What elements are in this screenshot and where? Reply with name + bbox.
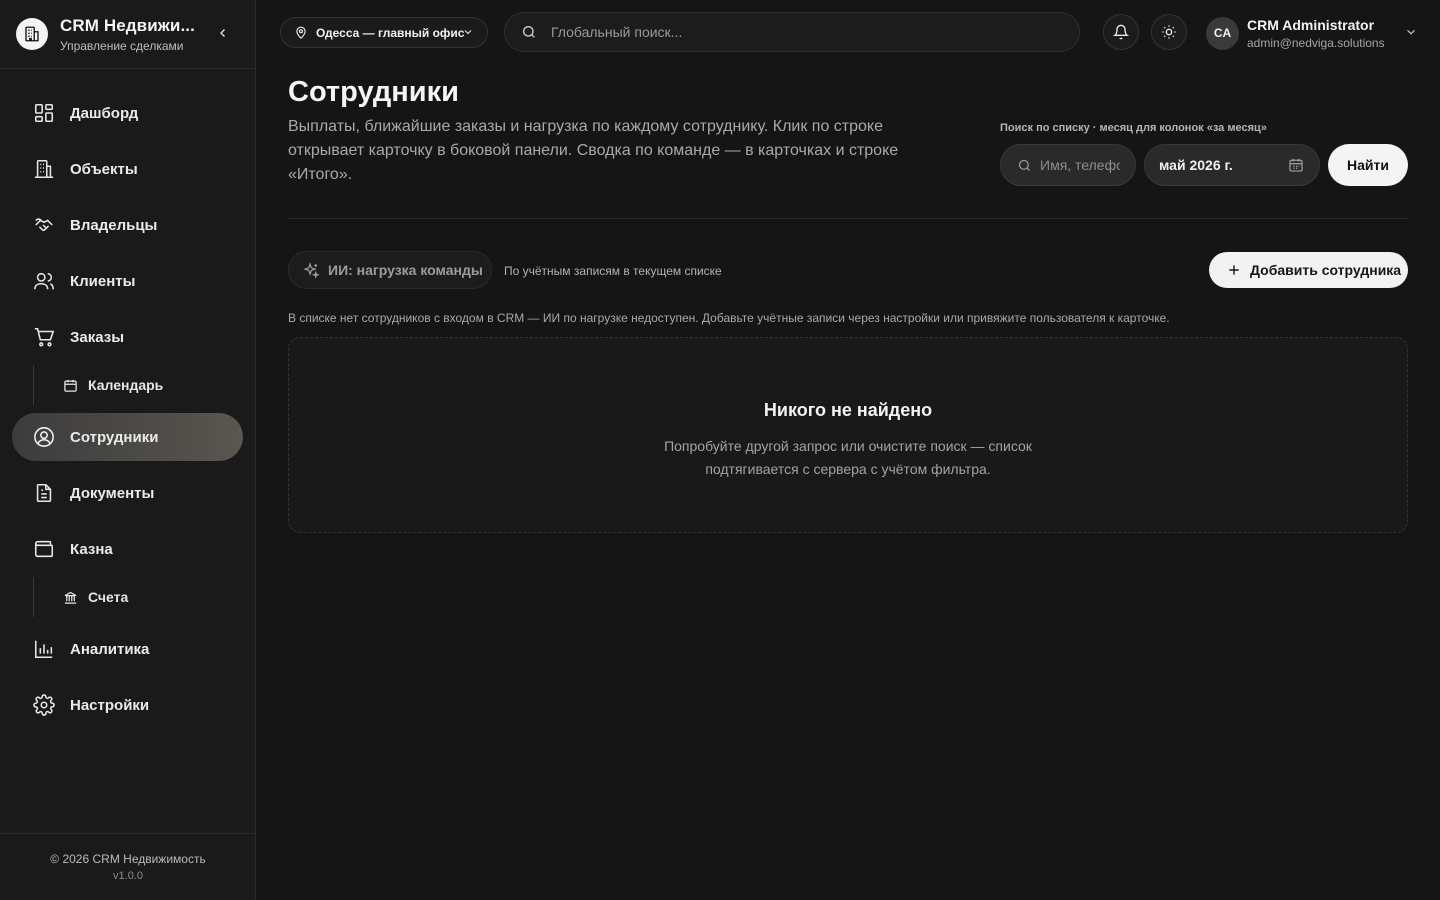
building-icon <box>32 157 56 181</box>
list-search <box>1000 144 1136 186</box>
notifications-button[interactable] <box>1103 14 1139 50</box>
sidebar-item-settings[interactable]: Настройки <box>12 681 243 729</box>
global-search <box>504 12 1080 52</box>
sidebar-item-employees[interactable]: Сотрудники <box>12 413 243 461</box>
dashboard-icon <box>32 101 56 125</box>
sidebar-item-documents[interactable]: Документы <box>12 469 243 517</box>
sidebar-item-analytics[interactable]: Аналитика <box>12 625 243 673</box>
search-icon <box>1018 159 1030 171</box>
ai-note: По учётным записям в текущем списке <box>504 264 722 278</box>
ai-team-load-button[interactable]: ИИ: нагрузка команды <box>288 251 492 289</box>
divider <box>288 218 1408 219</box>
list-search-input[interactable] <box>1040 157 1120 173</box>
sidebar-item-label: Клиенты <box>70 272 136 290</box>
add-employee-label: Добавить сотрудника <box>1250 262 1402 278</box>
month-value: май 2026 г. <box>1159 157 1233 173</box>
sidebar-item-clients[interactable]: Клиенты <box>12 257 243 305</box>
sidebar-item-label: Аналитика <box>70 640 150 658</box>
sidebar-item-label: Казна <box>70 540 113 558</box>
avatar: CA <box>1206 16 1239 50</box>
sidebar-item-dashboard[interactable]: Дашборд <box>12 89 243 137</box>
wallet-icon <box>32 537 56 561</box>
ai-unavailable-warning: В списке нет сотрудников с входом в CRM … <box>288 311 1170 325</box>
sidebar-item-label: Объекты <box>70 160 138 178</box>
app-version: v1.0.0 <box>113 870 143 882</box>
bar-chart-icon <box>32 637 56 661</box>
user-menu[interactable]: CA CRM Administrator admin@nedviga.solut… <box>1206 14 1418 52</box>
filter-caption: Поиск по списку · месяц для колонок «за … <box>1000 122 1267 134</box>
page-description: Выплаты, ближайшие заказы и нагрузка по … <box>288 118 899 183</box>
ai-chip-label: ИИ: нагрузка команды <box>328 262 483 278</box>
chevron-left-icon <box>220 29 225 37</box>
sidebar-item-label: Счета <box>88 589 129 605</box>
brand-logo-icon <box>16 18 48 50</box>
empty-state: Никого не найдено Попробуйте другой запр… <box>288 337 1408 533</box>
user-circle-icon <box>32 425 56 449</box>
sidebar-item-label: Владельцы <box>70 216 158 234</box>
map-pin-icon <box>296 26 306 39</box>
search-icon <box>523 26 535 38</box>
copyright: © 2026 CRM Недвижимость <box>50 852 206 866</box>
bell-icon <box>1113 24 1129 40</box>
sidebar-item-label: Дашборд <box>70 104 139 122</box>
office-label: Одесса — главный офис <box>316 25 465 40</box>
bank-icon <box>62 589 78 605</box>
calendar-icon <box>62 377 78 393</box>
calendar-icon <box>1289 159 1303 172</box>
chevron-down-icon <box>464 30 472 35</box>
find-button[interactable]: Найти <box>1328 144 1408 186</box>
theme-toggle-button[interactable] <box>1151 14 1187 50</box>
page-title: Сотрудники <box>288 76 459 108</box>
global-search-input[interactable] <box>551 24 1031 40</box>
sun-icon <box>1162 25 1176 39</box>
office-select[interactable]: Одесса — главный офис <box>280 17 488 48</box>
add-employee-button[interactable]: Добавить сотрудника <box>1209 252 1408 288</box>
sidebar-footer: © 2026 CRM Недвижимость v1.0.0 <box>0 833 256 900</box>
brand: CRM Недвижи... Управление сделками <box>0 0 255 69</box>
sidebar-subitem-accounts[interactable]: Счета <box>33 577 233 617</box>
plus-icon <box>1229 265 1239 275</box>
handshake-icon <box>32 213 56 237</box>
gear-icon <box>32 693 56 717</box>
sidebar-item-label: Документы <box>70 484 155 502</box>
sparkles-icon <box>303 261 320 279</box>
chevron-down-icon <box>1407 29 1415 35</box>
empty-state-text: Попробуйте другой запрос или очистите по… <box>664 438 1032 477</box>
month-picker[interactable]: май 2026 г. <box>1144 144 1320 186</box>
brand-subtitle: Управление сделками <box>60 38 184 53</box>
user-email: admin@nedviga.solutions <box>1247 35 1385 50</box>
users-icon <box>32 269 56 293</box>
empty-state-title: Никого не найдено <box>763 400 933 420</box>
sidebar-item-label: Заказы <box>70 328 125 346</box>
document-icon <box>32 481 56 505</box>
sidebar-item-orders[interactable]: Заказы <box>12 313 243 361</box>
sidebar-item-label: Сотрудники <box>70 428 159 446</box>
sidebar-item-owners[interactable]: Владельцы <box>12 201 243 249</box>
sidebar-item-objects[interactable]: Объекты <box>12 145 243 193</box>
user-name: CRM Administrator <box>1247 16 1375 33</box>
sidebar-item-treasury[interactable]: Казна <box>12 525 243 573</box>
brand-title: CRM Недвижи... <box>60 15 195 35</box>
sidebar-item-label: Настройки <box>70 696 150 714</box>
sidebar: CRM Недвижи... Управление сделками Дашбо… <box>0 0 256 900</box>
sidebar-item-label: Календарь <box>88 377 164 393</box>
sidebar-subitem-calendar[interactable]: Календарь <box>33 365 233 405</box>
collapse-sidebar-button[interactable] <box>214 24 232 42</box>
cart-icon <box>32 325 56 349</box>
